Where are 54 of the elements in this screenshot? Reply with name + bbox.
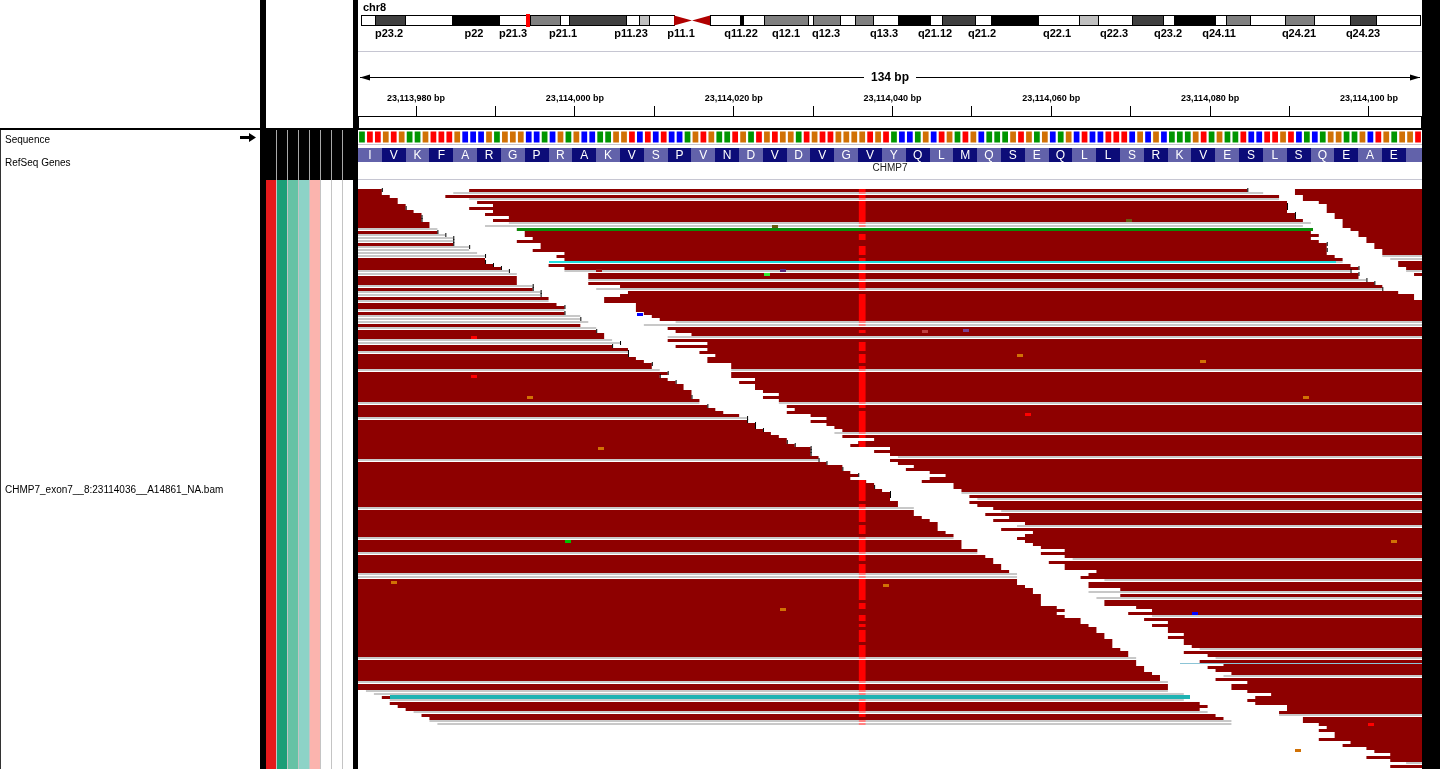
- amino-acid: N: [715, 148, 739, 162]
- band-label: q23.2: [1153, 27, 1183, 40]
- track-name[interactable]: CHMP7_exon7__8:23114036__A14861_NA.bam: [5, 484, 224, 495]
- band-label: p21.3: [498, 27, 528, 40]
- band-label: q21.2: [967, 27, 997, 40]
- amino-acid: E: [1334, 148, 1359, 162]
- band-label: q24.23: [1345, 27, 1381, 40]
- ruler-tick-label: 23,114,040 bp: [863, 93, 922, 104]
- chromosome-name: chr8: [363, 1, 387, 13]
- amino-acid: Q: [905, 148, 930, 162]
- amino-acid: V: [1191, 148, 1216, 162]
- amino-acid: P: [524, 148, 549, 162]
- band-label: q13.3: [869, 27, 899, 40]
- ruler-tick-label: 23,114,020 bp: [704, 93, 763, 104]
- amino-acid: R: [477, 148, 501, 162]
- amino-acid: F: [429, 148, 454, 162]
- amino-acid: S: [1000, 148, 1025, 162]
- ruler-tick-label: 23,114,060 bp: [1022, 93, 1081, 104]
- band-label: p21.1: [548, 27, 578, 40]
- ruler-tick-label: 23,114,000 bp: [545, 93, 604, 104]
- ruler-tick-label: 23,114,080 bp: [1181, 93, 1240, 104]
- band-label: p11.23: [614, 27, 648, 40]
- band-label: q12.1: [771, 27, 801, 40]
- band-label: q22.1: [1042, 27, 1072, 40]
- amino-acid: P: [667, 148, 692, 162]
- amino-acid: A: [572, 148, 597, 162]
- gene-name: CHMP7: [872, 162, 908, 173]
- band-label: p22: [464, 27, 484, 40]
- ruler-tick-label: 23,114,100 bp: [1339, 93, 1398, 104]
- amino-acid: V: [810, 148, 835, 162]
- span-length-label: 134 bp: [870, 70, 910, 84]
- track-name[interactable]: RefSeq Genes: [5, 157, 71, 168]
- band-label: p23.2: [374, 27, 404, 40]
- amino-acid: R: [1143, 148, 1168, 162]
- amino-acid: S: [1286, 148, 1311, 162]
- band-label: q21.12: [917, 27, 953, 40]
- amino-acid: V: [762, 148, 787, 162]
- band-label: p11.1: [667, 27, 695, 40]
- amino-acid: V: [858, 148, 882, 162]
- amino-acid: E: [1381, 148, 1406, 162]
- amino-acid: S: [1239, 148, 1263, 162]
- amino-acid: M: [953, 148, 978, 162]
- band-label: q12.3: [811, 27, 841, 40]
- band-label: q11.22: [724, 27, 758, 40]
- band-label: q22.3: [1099, 27, 1129, 40]
- track-name[interactable]: Sequence: [5, 134, 51, 145]
- amino-acid: L: [1096, 148, 1120, 162]
- arrow-right-icon[interactable]: [240, 133, 256, 142]
- amino-acid: Q: [1048, 148, 1073, 162]
- band-label: q24.11: [1202, 27, 1236, 40]
- amino-acid: V: [619, 148, 644, 162]
- band-label: q24.21: [1281, 27, 1317, 40]
- amino-acid: V: [381, 148, 406, 162]
- ruler-tick-label: 23,113,980 bp: [387, 93, 446, 104]
